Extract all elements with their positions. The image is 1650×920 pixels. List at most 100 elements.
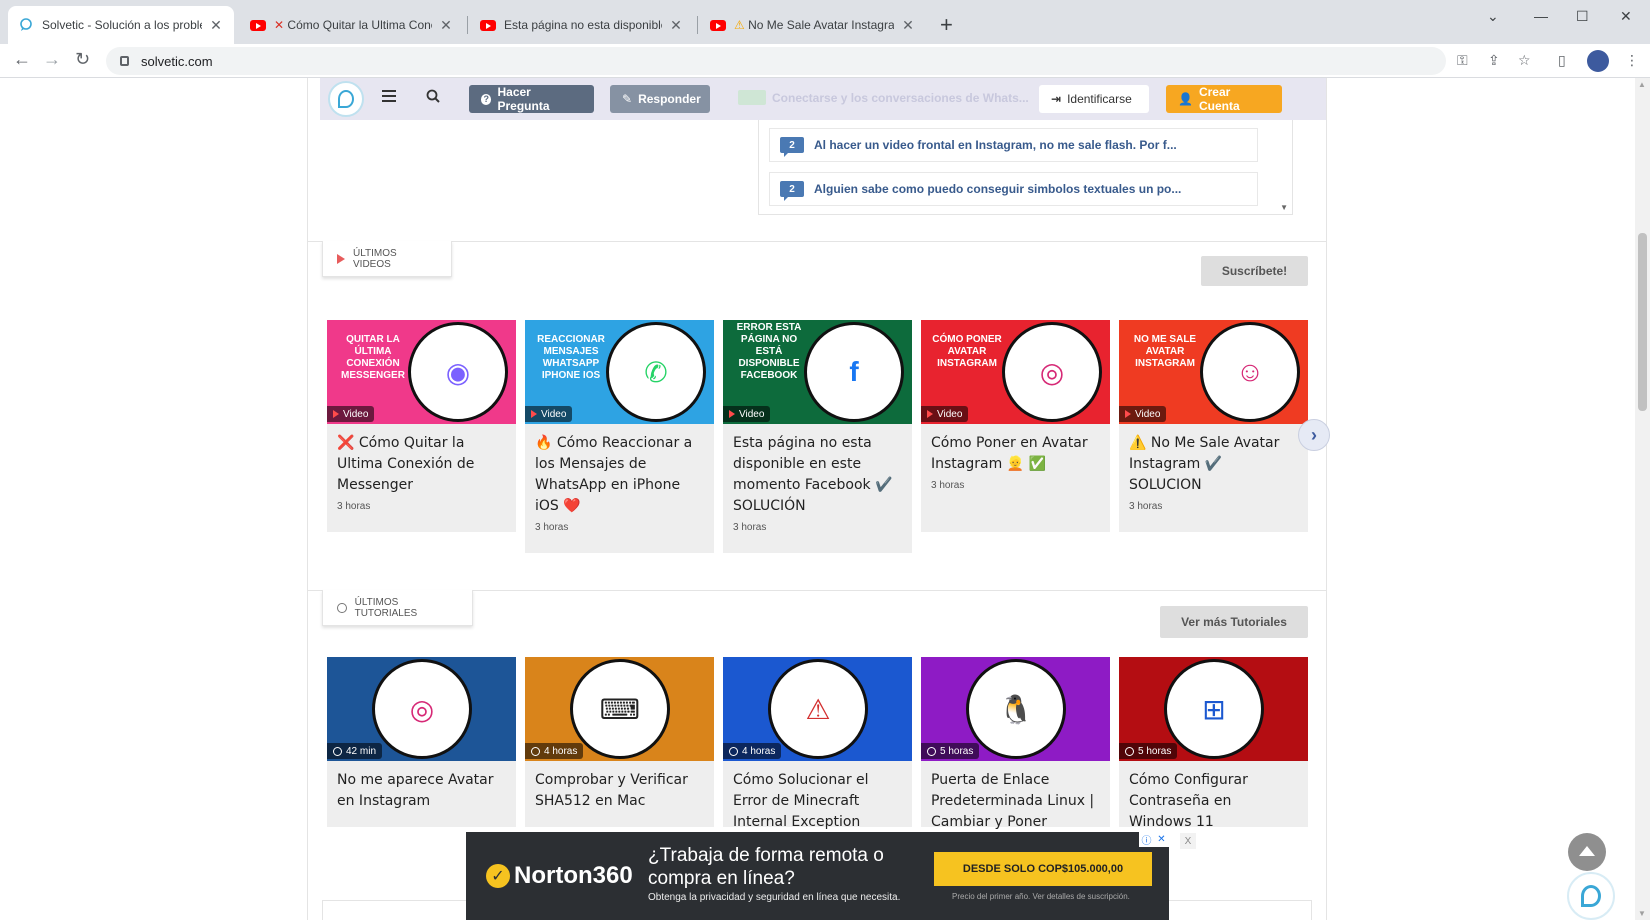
tutorial-card[interactable]: 🐧 5 horas Puerta de Enlace Predeterminad…	[921, 657, 1110, 830]
youtube-favicon-icon	[710, 17, 726, 33]
solvetic-logo[interactable]	[328, 81, 364, 117]
tutorial-card[interactable]: ⚠ 4 horas Cómo Solucionar el Error de Mi…	[723, 657, 912, 830]
time-badge: 4 horas	[723, 743, 782, 759]
video-thumbnail: QUITAR LA ÚLTIMA CONEXIÓN MESSENGER ◉ Vi…	[327, 320, 516, 424]
menu-kebab-icon[interactable]: ⋮	[1625, 52, 1639, 69]
latest-tutorials-tab: ÚLTIMOS TUTORIALES	[322, 590, 473, 626]
tab-facebook-video[interactable]: Esta página no esta disponible e ✕	[470, 6, 694, 44]
video-card[interactable]: ERROR ESTA PÁGINA NO ESTÁ DISPONIBLE FAC…	[723, 320, 912, 553]
video-title: ⚠️ No Me Sale Avatar Instagram ✔️ SOLUCI…	[1129, 435, 1280, 493]
tab-close-icon[interactable]: ✕	[668, 17, 684, 34]
scroll-down-arrow-icon[interactable]: ▼	[1638, 909, 1646, 918]
carousel-next-arrow-icon[interactable]: ›	[1298, 419, 1330, 451]
subscribe-button[interactable]: Suscríbete!	[1201, 256, 1308, 286]
more-tutorials-button[interactable]: Ver más Tutoriales	[1160, 606, 1308, 638]
answer-button[interactable]: ✎ Responder	[610, 85, 710, 113]
ad-subline: Obtenga la privacidad y seguridad en lín…	[648, 892, 901, 903]
tab-messenger-video[interactable]: ✕ Cómo Quitar la Ultima Conex ✕	[240, 6, 464, 44]
video-thumbnail: NO ME SALE AVATAR INSTAGRAM ☺ Video	[1119, 320, 1308, 424]
scroll-to-top-icon[interactable]	[1568, 833, 1606, 871]
ask-question-button[interactable]: ? Hacer Pregunta	[469, 85, 594, 113]
video-title: Esta página no esta disponible en este m…	[733, 435, 893, 514]
question-item[interactable]: 2 Alguien sabe como puedo conseguir simb…	[769, 172, 1258, 206]
linux-laptop-icon: 🐧	[966, 659, 1066, 759]
profile-avatar[interactable]	[1587, 50, 1609, 72]
tutorial-title: Comprobar y Verificar SHA512 en Mac	[535, 772, 688, 809]
time-badge: 42 min	[327, 743, 383, 759]
new-tab-icon[interactable]: +	[940, 12, 953, 38]
hamburger-menu-icon[interactable]	[382, 90, 396, 105]
tab-title: ⚠ No Me Sale Avatar Instagram	[734, 18, 894, 32]
solvetic-favicon-icon	[18, 17, 34, 33]
section-divider	[308, 241, 1326, 242]
windows-laptop-icon: ⊞	[1164, 659, 1264, 759]
search-icon[interactable]	[426, 89, 440, 103]
window-close-icon[interactable]: ✕	[1620, 8, 1632, 25]
ad-fine-print: Precio del primer año. Ver detalles de s…	[952, 892, 1130, 901]
page-scrollbar[interactable]: ▲ ▼	[1635, 78, 1650, 920]
video-card[interactable]: REACCIONAR MENSAJES WHATSAPP IPHONE IOS …	[525, 320, 714, 553]
video-card[interactable]: CÓMO PONER AVATAR INSTAGRAM ◎ Video Cómo…	[921, 320, 1110, 532]
messenger-icon: ◉	[408, 322, 508, 422]
ad-cta-button[interactable]: DESDE SOLO COP$105.000,00	[934, 852, 1152, 886]
time-badge: 4 horas	[525, 743, 584, 759]
norton-check-icon: ✓	[486, 864, 510, 888]
share-icon[interactable]: ⇪	[1488, 52, 1500, 69]
video-card[interactable]: NO ME SALE AVATAR INSTAGRAM ☺ Video ⚠️ N…	[1119, 320, 1308, 532]
signup-button[interactable]: 👤 Crear Cuenta	[1166, 85, 1282, 113]
tab-search-chevron-icon[interactable]: ⌄	[1487, 8, 1499, 25]
video-badge: Video	[921, 406, 969, 422]
warning-icon: ⚠	[734, 18, 745, 32]
thumbnail-text: CÓMO PONER AVATAR INSTAGRAM	[932, 334, 1002, 369]
tab-close-icon[interactable]: ✕	[208, 17, 224, 34]
video-badge: Video	[1119, 406, 1167, 422]
browser-toolbar: ← → ↻ solvetic.com ⚿ ⇪ ☆ ▯ ⋮	[0, 44, 1650, 78]
thumbnail-text: NO ME SALE AVATAR INSTAGRAM	[1133, 334, 1197, 369]
reload-icon[interactable]: ↻	[75, 49, 90, 70]
video-card[interactable]: QUITAR LA ÚLTIMA CONEXIÓN MESSENGER ◉ Vi…	[327, 320, 516, 532]
time-badge: 5 horas	[1119, 743, 1178, 759]
question-text: Al hacer un video frontal en Instagram, …	[814, 138, 1177, 152]
thumbnail-text: QUITAR LA ÚLTIMA CONEXIÓN MESSENGER	[341, 334, 405, 381]
maximize-icon[interactable]: ☐	[1576, 8, 1589, 25]
norton-ad-banner[interactable]: ✓ Norton360 ¿Trabaja de forma remota o c…	[466, 832, 1169, 920]
adchoices-icon[interactable]: ⓘ ✕	[1139, 832, 1169, 847]
video-thumbnail: REACCIONAR MENSAJES WHATSAPP IPHONE IOS …	[525, 320, 714, 424]
thumbnail-text: ERROR ESTA PÁGINA NO ESTÁ DISPONIBLE FAC…	[736, 322, 802, 381]
video-title: ❌ Cómo Quitar la Ultima Conexión de Mess…	[337, 435, 475, 493]
address-url: solvetic.com	[141, 53, 213, 69]
answer-label: Responder	[638, 92, 701, 106]
bookmark-star-icon[interactable]: ☆	[1518, 52, 1531, 69]
key-icon[interactable]: ⚿	[1457, 52, 1468, 69]
tutorial-title: Cómo Configurar Contraseña en Windows 11	[1129, 772, 1248, 830]
answer-count-badge: 2	[780, 137, 804, 157]
video-time: 3 horas	[535, 522, 569, 533]
scroll-up-arrow-icon[interactable]: ▲	[1638, 80, 1646, 89]
side-panel-icon[interactable]: ▯	[1558, 52, 1566, 69]
tutorial-title: Cómo Solucionar el Error de Minecraft In…	[733, 772, 869, 830]
scrollbar-thumb[interactable]	[1638, 233, 1647, 411]
tutorial-card[interactable]: ◎ 42 min No me aparece Avatar en Instagr…	[327, 657, 516, 827]
video-thumbnail: ERROR ESTA PÁGINA NO ESTÁ DISPONIBLE FAC…	[723, 320, 912, 424]
back-arrow-icon[interactable]: ←	[13, 49, 31, 70]
clock-icon	[337, 602, 347, 613]
tab-avatar-video[interactable]: ⚠ No Me Sale Avatar Instagram ✕	[700, 6, 926, 44]
tab-close-icon[interactable]: ✕	[900, 17, 916, 34]
ad-close-button[interactable]: X	[1180, 833, 1196, 849]
tab-close-icon[interactable]: ✕	[438, 17, 454, 34]
faded-count-badge	[738, 90, 766, 105]
question-circle-icon: ?	[481, 93, 492, 105]
forward-arrow-icon[interactable]: →	[43, 49, 61, 70]
scroll-down-arrow-icon[interactable]: ▼	[1280, 203, 1288, 212]
floating-solvetic-logo[interactable]	[1567, 872, 1615, 920]
tutorial-card[interactable]: ⊞ 5 horas Cómo Configurar Contraseña en …	[1119, 657, 1308, 830]
page-viewport: Conectarse y los conversaciones de Whats…	[0, 78, 1635, 920]
login-button[interactable]: ⇥ Identificarse	[1039, 85, 1149, 113]
tutorial-card[interactable]: ⌨ 4 horas Comprobar y Verificar SHA512 e…	[525, 657, 714, 827]
tab-solvetic[interactable]: Solvetic - Solución a los problem ✕	[8, 6, 234, 44]
question-item[interactable]: 2 Al hacer un video frontal en Instagram…	[769, 128, 1258, 162]
address-bar[interactable]: solvetic.com	[106, 47, 1446, 75]
tab-title: Esta página no esta disponible e	[504, 18, 662, 32]
tutorial-thumbnail: ⚠ 4 horas	[723, 657, 912, 761]
minimize-icon[interactable]: —	[1534, 8, 1548, 24]
